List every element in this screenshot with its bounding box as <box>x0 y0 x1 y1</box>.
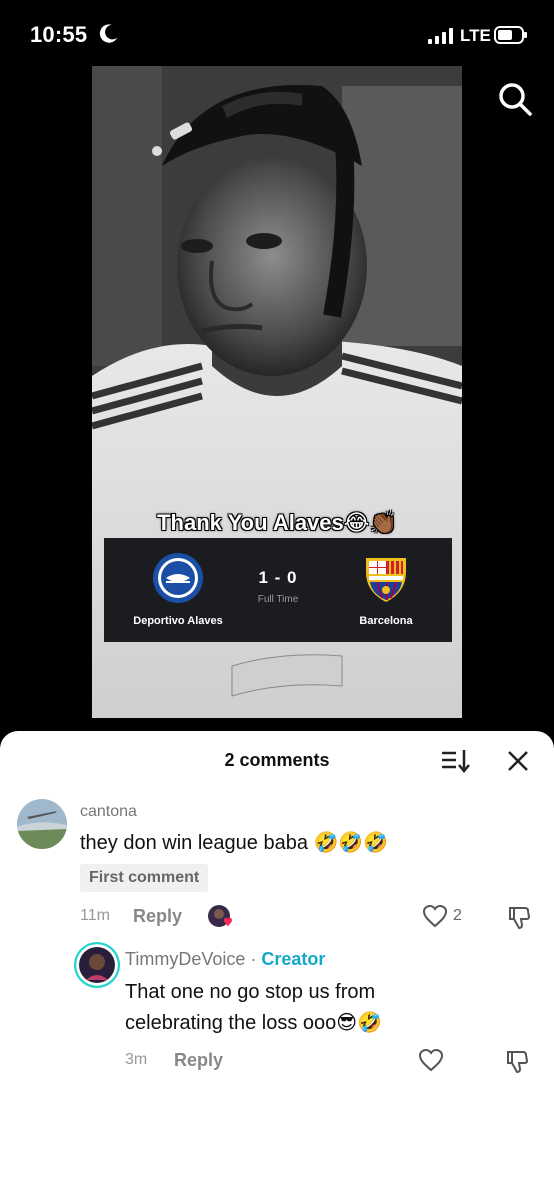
barcelona-crest-icon <box>366 558 406 602</box>
creator-label: Creator <box>261 949 326 969</box>
home-team-name: Deportivo Alaves <box>133 615 223 627</box>
username-separator: · <box>245 949 262 969</box>
reply-username[interactable]: TimmyDeVoice <box>125 949 245 969</box>
reply-username-line: TimmyDeVoice · Creator <box>125 949 325 970</box>
network-type: LTE <box>460 26 491 45</box>
first-comment-badge: First comment <box>80 864 209 892</box>
like-count: 2 <box>453 907 462 924</box>
avatar[interactable] <box>17 799 67 849</box>
sort-icon[interactable] <box>440 747 470 775</box>
status-bar: 10:55 LTE <box>0 0 554 70</box>
creator-avatar[interactable] <box>74 942 120 988</box>
deportivo-alaves-crest-icon <box>153 553 203 603</box>
away-team-name: Barcelona <box>359 615 413 627</box>
liked-by-creator-icon <box>208 905 232 927</box>
reply-button[interactable]: Reply <box>133 906 182 927</box>
close-icon[interactable] <box>504 747 532 775</box>
dislike-icon[interactable] <box>506 904 532 930</box>
reply-timestamp: 3m <box>125 1051 148 1068</box>
video-caption: Thank You Alaves😂👏🏾 <box>157 510 397 535</box>
match-score: 1 - 0 <box>258 568 298 587</box>
comment-timestamp: 11m <box>80 907 110 924</box>
search-icon[interactable] <box>496 80 534 118</box>
comments-sheet: 2 comments cantona they don win league b… <box>0 731 554 1199</box>
moon-icon <box>99 24 118 43</box>
comment-username[interactable]: cantona <box>80 803 137 821</box>
comments-count-title: 2 comments <box>224 750 330 770</box>
like-heart-icon[interactable] <box>422 904 448 928</box>
signal-icon <box>428 28 453 44</box>
comment-text: they don win league baba 🤣🤣🤣 <box>80 832 389 854</box>
like-heart-icon[interactable] <box>418 1048 444 1072</box>
reply-button[interactable]: Reply <box>174 1050 223 1071</box>
clock: 10:55 <box>30 22 88 47</box>
reply-text: That one no go stop us from celebrating … <box>125 981 383 1034</box>
dislike-icon[interactable] <box>504 1048 530 1074</box>
video-player[interactable]: Thank You Alaves😂👏🏾 1 - 0 Full Time Depo… <box>92 66 462 718</box>
scoreboard: 1 - 0 Full Time Deportivo Alaves Barcelo… <box>104 538 452 642</box>
battery-icon <box>494 26 527 44</box>
match-status: Full Time <box>257 594 299 605</box>
